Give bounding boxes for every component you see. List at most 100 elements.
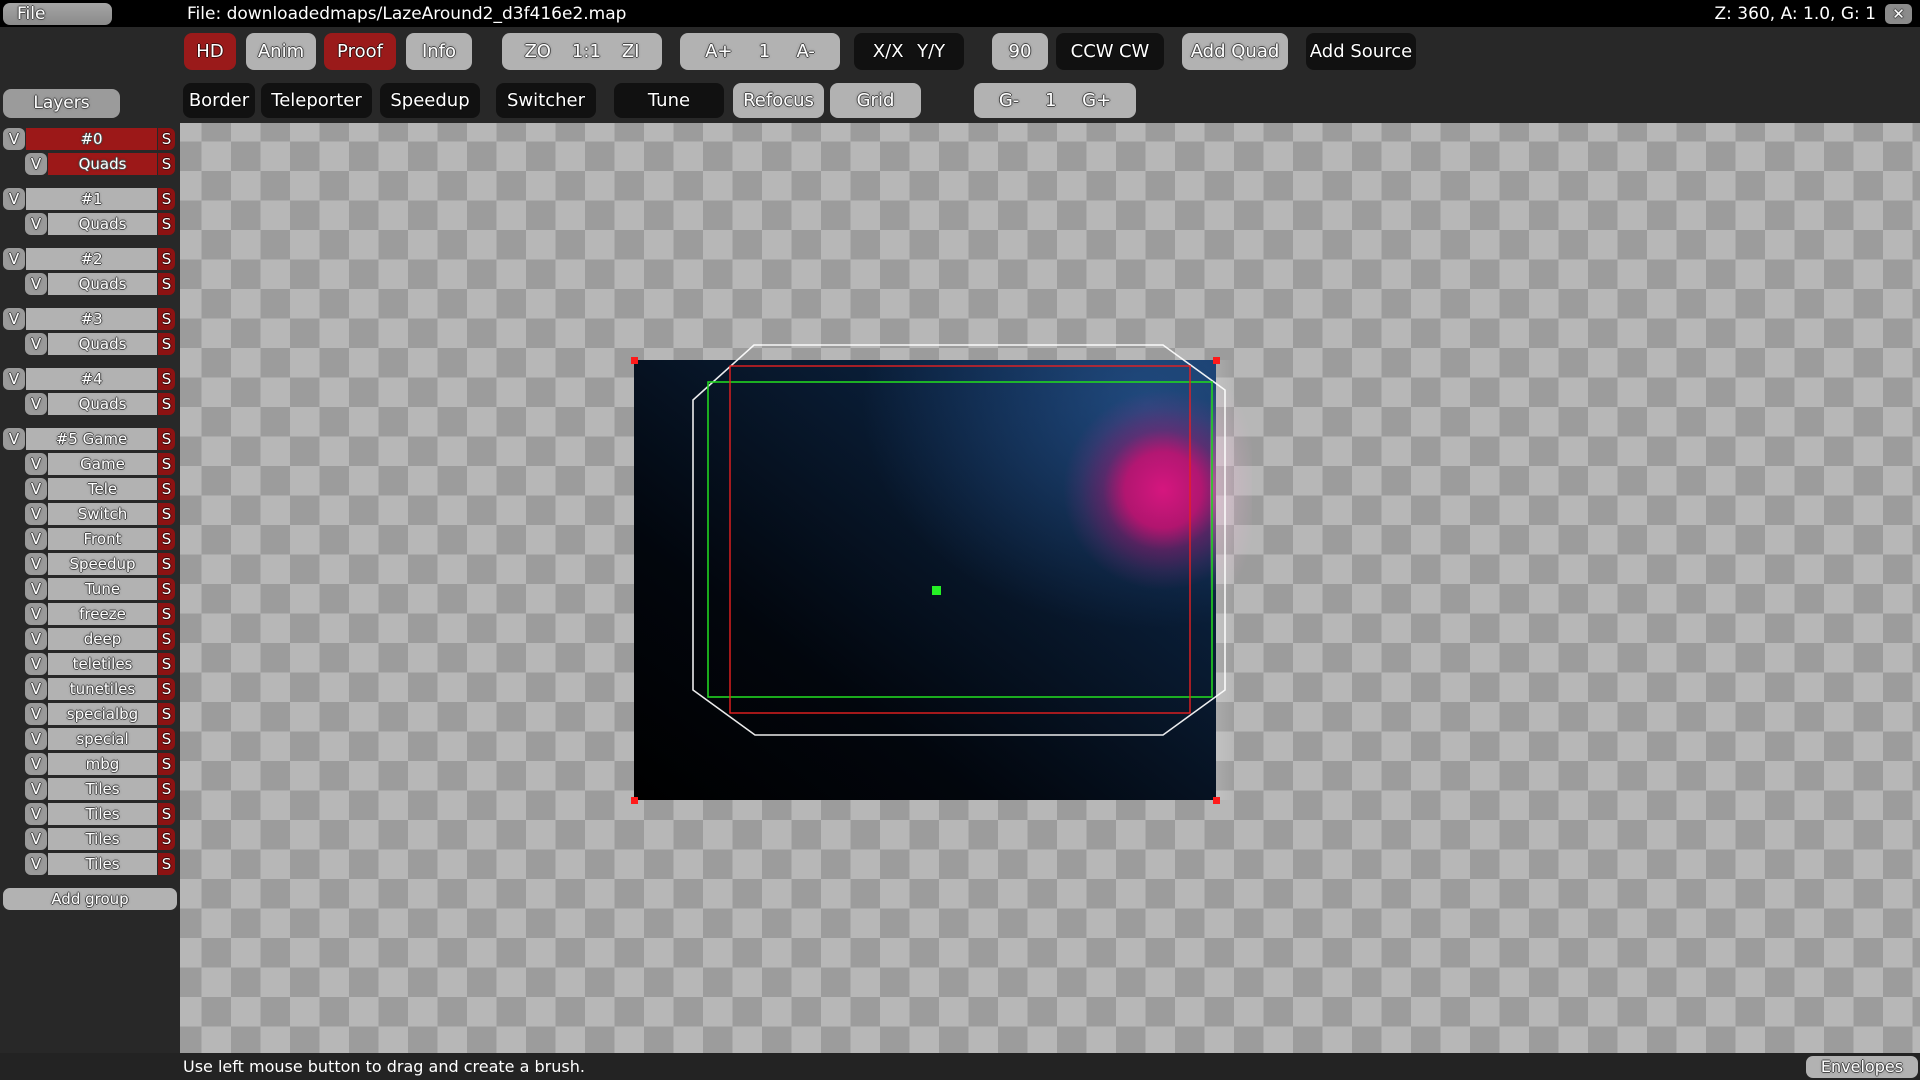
layer-group-row[interactable]: V#1S <box>3 188 175 210</box>
group-label[interactable]: #1 <box>26 188 157 210</box>
layer-label[interactable]: Tiles <box>48 778 157 800</box>
layer-row[interactable]: VteletilesS <box>25 653 175 675</box>
switcher-button[interactable]: Switcher <box>496 83 596 118</box>
layer-label[interactable]: mbg <box>48 753 157 775</box>
visibility-toggle[interactable]: V <box>3 248 25 270</box>
layer-label[interactable]: deep <box>48 628 157 650</box>
solo-button[interactable]: S <box>158 128 175 150</box>
visibility-toggle[interactable]: V <box>25 478 47 500</box>
solo-button[interactable]: S <box>158 753 175 775</box>
visibility-toggle[interactable]: V <box>25 528 47 550</box>
solo-button[interactable]: S <box>158 368 175 390</box>
visibility-toggle[interactable]: V <box>25 213 47 235</box>
quad-corner-handle[interactable] <box>1213 797 1220 804</box>
visibility-toggle[interactable]: V <box>25 653 47 675</box>
layer-label[interactable]: Tune <box>48 578 157 600</box>
solo-button[interactable]: S <box>158 728 175 750</box>
visibility-toggle[interactable]: V <box>3 128 25 150</box>
visibility-toggle[interactable]: V <box>25 753 47 775</box>
visibility-toggle[interactable]: V <box>25 778 47 800</box>
layer-row[interactable]: VspecialS <box>25 728 175 750</box>
layer-label[interactable]: Switch <box>48 503 157 525</box>
solo-button[interactable]: S <box>158 188 175 210</box>
visibility-toggle[interactable]: V <box>3 308 25 330</box>
solo-button[interactable]: S <box>158 213 175 235</box>
visibility-toggle[interactable]: V <box>25 703 47 725</box>
add-quad-button[interactable]: Add Quad <box>1182 33 1288 70</box>
solo-button[interactable]: S <box>158 703 175 725</box>
visibility-toggle[interactable]: V <box>25 503 47 525</box>
anim-speed-down-button[interactable]: A- <box>796 41 814 62</box>
layer-label[interactable]: Quads <box>48 213 157 235</box>
layer-row[interactable]: VdeepS <box>25 628 175 650</box>
layer-label[interactable]: Quads <box>48 153 157 175</box>
visibility-toggle[interactable]: V <box>3 428 25 450</box>
solo-button[interactable]: S <box>158 653 175 675</box>
layer-label[interactable]: special <box>48 728 157 750</box>
layer-row[interactable]: VspecialbgS <box>25 703 175 725</box>
solo-button[interactable]: S <box>158 803 175 825</box>
visibility-toggle[interactable]: V <box>25 273 47 295</box>
visibility-toggle[interactable]: V <box>25 678 47 700</box>
layer-label[interactable]: Quads <box>48 333 157 355</box>
rotate-cw-button[interactable]: CW <box>1119 41 1149 62</box>
file-menu-button[interactable]: File <box>3 3 112 25</box>
group-label[interactable]: #5 Game <box>26 428 157 450</box>
flip-x-button[interactable]: X/X <box>873 41 904 62</box>
solo-button[interactable]: S <box>158 153 175 175</box>
flip-y-button[interactable]: Y/Y <box>917 41 945 62</box>
visibility-toggle[interactable]: V <box>25 333 47 355</box>
solo-button[interactable]: S <box>158 248 175 270</box>
tune-button[interactable]: Tune <box>614 83 724 118</box>
visibility-toggle[interactable]: V <box>25 453 47 475</box>
layer-row[interactable]: VSwitchS <box>25 503 175 525</box>
info-toggle-button[interactable]: Info <box>406 33 472 70</box>
visibility-toggle[interactable]: V <box>25 393 47 415</box>
layer-label[interactable]: Game <box>48 453 157 475</box>
solo-button[interactable]: S <box>158 603 175 625</box>
solo-button[interactable]: S <box>158 528 175 550</box>
layer-label[interactable]: teletiles <box>48 653 157 675</box>
anim-toggle-button[interactable]: Anim <box>246 33 316 70</box>
layer-group-row[interactable]: V#3S <box>3 308 175 330</box>
layer-row[interactable]: VQuadsS <box>25 213 175 235</box>
layer-row[interactable]: VGameS <box>25 453 175 475</box>
border-button[interactable]: Border <box>183 83 255 118</box>
layer-row[interactable]: VTuneS <box>25 578 175 600</box>
layer-label[interactable]: Speedup <box>48 553 157 575</box>
envelopes-button[interactable]: Envelopes <box>1806 1056 1918 1078</box>
visibility-toggle[interactable]: V <box>25 828 47 850</box>
solo-button[interactable]: S <box>158 393 175 415</box>
layer-label[interactable]: specialbg <box>48 703 157 725</box>
layer-label[interactable]: Tiles <box>48 853 157 875</box>
layer-row[interactable]: VmbgS <box>25 753 175 775</box>
solo-button[interactable]: S <box>158 578 175 600</box>
solo-button[interactable]: S <box>158 333 175 355</box>
layer-row[interactable]: VQuadsS <box>25 153 175 175</box>
zoom-out-button[interactable]: ZO <box>524 41 551 62</box>
visibility-toggle[interactable]: V <box>25 803 47 825</box>
layer-label[interactable]: Front <box>48 528 157 550</box>
layer-row[interactable]: VTilesS <box>25 803 175 825</box>
solo-button[interactable]: S <box>158 778 175 800</box>
quad-corner-handle[interactable] <box>631 797 638 804</box>
solo-button[interactable]: S <box>158 478 175 500</box>
grid-size-minus-button[interactable]: G- <box>999 90 1019 111</box>
solo-button[interactable]: S <box>158 828 175 850</box>
solo-button[interactable]: S <box>158 308 175 330</box>
group-label[interactable]: #4 <box>26 368 157 390</box>
layer-row[interactable]: VTilesS <box>25 853 175 875</box>
layer-group-row[interactable]: V#2S <box>3 248 175 270</box>
visibility-toggle[interactable]: V <box>3 188 25 210</box>
layer-label[interactable]: Tele <box>48 478 157 500</box>
group-label[interactable]: #3 <box>26 308 157 330</box>
layer-label[interactable]: Tiles <box>48 828 157 850</box>
zoom-reset-button[interactable]: 1:1 <box>572 41 601 62</box>
layer-label[interactable]: tunetiles <box>48 678 157 700</box>
layer-label[interactable]: freeze <box>48 603 157 625</box>
visibility-toggle[interactable]: V <box>25 728 47 750</box>
visibility-toggle[interactable]: V <box>25 553 47 575</box>
visibility-toggle[interactable]: V <box>25 578 47 600</box>
speedup-button[interactable]: Speedup <box>380 83 480 118</box>
solo-button[interactable]: S <box>158 273 175 295</box>
